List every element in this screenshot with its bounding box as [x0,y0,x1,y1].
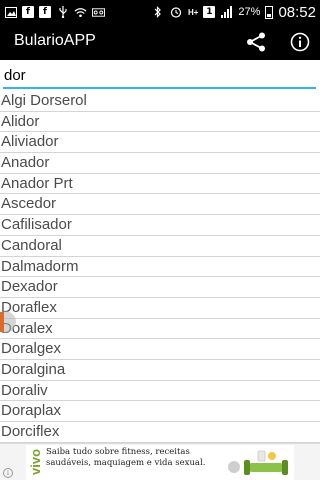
network-type-label: H+ [187,7,199,17]
list-item[interactable]: Anador Prt [0,174,320,195]
ad-banner[interactable]: i vivo Saiba tudo sobre fitness, receita… [0,443,320,480]
alarm-icon [170,6,183,19]
info-button[interactable] [288,30,312,54]
ad-product-image [228,450,288,475]
app-title: BularioAPP [14,32,96,49]
bluetooth-icon [152,6,165,19]
list-item[interactable]: Doraplax [0,401,320,422]
list-item[interactable]: Anador [0,153,320,174]
list-item[interactable]: Doralex [0,319,320,340]
app-screen: f f H+ 1 27% 08:52 BularioAPP dor Algi D… [0,0,320,480]
share-icon [247,32,265,52]
list-item[interactable]: Dorciflex [0,422,320,443]
ad-creative[interactable]: vivo Saiba tudo sobre fitness, receitas … [26,445,294,480]
search-underline [3,87,316,89]
search-area [0,60,320,90]
voicemail-icon [92,6,105,19]
facebook-icon: f [39,6,51,18]
battery-icon [265,5,274,19]
ad-text: Saiba tudo sobre fitness, receitas saudá… [46,447,246,468]
list-item[interactable]: Dalmadorm [0,257,320,278]
info-icon [290,32,310,52]
share-button[interactable] [244,30,268,54]
signal-icon [220,6,233,19]
list-item[interactable]: Algi Dorserol [0,91,320,112]
list-item[interactable]: Ascedor [0,194,320,216]
list-item[interactable]: Candoral [0,236,320,257]
status-bar: f f H+ 1 27% 08:52 [0,0,320,24]
status-time: 08:52 [278,3,316,21]
list-item[interactable]: Alidor [0,112,320,133]
facebook-icon: f [22,6,34,18]
wifi-icon [74,6,87,19]
list-item[interactable]: Aliviador [0,132,320,154]
fast-scroll-handle[interactable] [0,312,4,332]
battery-percent: 27% [238,6,261,18]
ad-info-icon[interactable]: i [3,468,13,478]
usb-icon [56,6,69,19]
ad-text-line-1: Saiba tudo sobre fitness, receitas [46,447,190,457]
search-input[interactable] [3,64,314,86]
image-icon [4,6,17,19]
list-item[interactable]: Doralgex [0,339,320,360]
list-item[interactable]: Doraflex [0,298,320,319]
list-item[interactable]: Doraliv [0,381,320,402]
result-list[interactable]: Algi Dorserol Alidor Aliviador Anador Anador… [0,91,320,443]
action-bar: BularioAPP [0,24,320,60]
notification-count-badge: 1 [203,6,216,18]
list-item[interactable]: Cafilisador [0,215,320,236]
list-item[interactable]: Doralgina [0,360,320,381]
ad-brand-logo: vivo [28,448,43,475]
status-bar-system: H+ 1 27% 08:52 [152,4,316,21]
status-bar-notifications: f f [4,6,105,19]
ad-text-line-2: saudáveis, maquiagem e vida sexual. [46,457,206,468]
list-item[interactable]: Dexador [0,277,320,298]
